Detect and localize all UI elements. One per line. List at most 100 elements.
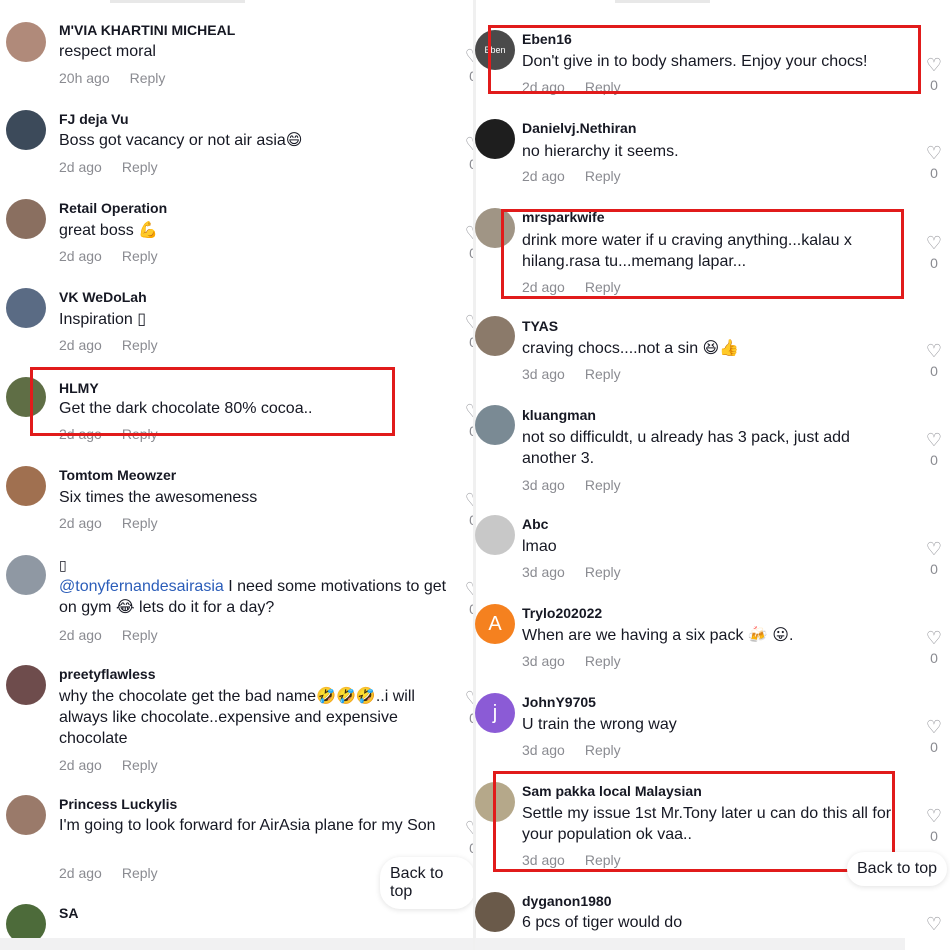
comment-username[interactable]: kluangman [522,407,596,423]
comment-username[interactable]: Danielvj.Nethiran [522,120,636,136]
avatar[interactable] [6,466,46,506]
comment-username[interactable]: JohnY9705 [522,694,596,710]
comment-username[interactable]: mrsparkwife [522,209,604,225]
comment-username[interactable]: M'VIA KHARTINI MICHEAL [59,22,235,38]
like-button[interactable]: ♡0 [923,539,945,577]
reply-button[interactable]: Reply [585,79,621,95]
avatar[interactable] [6,555,46,595]
comment-meta: 2d ago Reply [59,159,158,175]
reply-button[interactable]: Reply [122,337,158,353]
comment-text: Inspiration ▯ [59,311,147,328]
reply-button[interactable]: Reply [122,159,158,175]
heart-outline-icon: ♡ [925,628,943,648]
reply-button[interactable]: Reply [585,653,621,669]
comment-username[interactable]: Abc [522,516,548,532]
like-count: 0 [930,363,938,379]
reply-button[interactable]: Reply [585,279,621,295]
comment-username[interactable]: VK WeDoLah [59,289,147,305]
comment-text: craving chocs....not a sin 😆👍 [522,340,740,357]
avatar[interactable] [475,892,515,932]
comment-time: 2d ago [59,865,102,881]
avatar[interactable] [475,208,515,248]
reply-button[interactable]: Reply [122,426,158,442]
comment-text: Settle my issue 1st Mr.Tony later u can … [522,805,892,843]
back-to-top-button[interactable]: Back to top [380,857,475,909]
avatar[interactable]: A [475,604,515,644]
heart-outline-icon: ♡ [925,539,943,559]
avatar[interactable] [475,405,515,445]
avatar[interactable] [6,288,46,328]
comment-username[interactable]: dyganon1980 [522,893,611,909]
comment-username[interactable]: TYAS [522,318,558,334]
bottom-bar [0,938,475,950]
avatar[interactable] [6,22,46,62]
reply-button[interactable]: Reply [585,852,621,868]
like-button[interactable]: ♡ [923,914,945,934]
reply-button[interactable]: Reply [122,248,158,264]
comment-username[interactable]: HLMY [59,380,99,396]
like-button[interactable]: ♡0 [923,717,945,755]
top-scroll-indicator [615,0,710,3]
comment-time: 2d ago [59,757,102,773]
comment-meta: 2d ago Reply [522,168,621,184]
comment-text: drink more water if u craving anything..… [522,232,852,270]
avatar[interactable] [6,665,46,705]
like-button[interactable]: ♡0 [923,233,945,271]
back-to-top-button[interactable]: Back to top [847,852,948,886]
comment-username[interactable]: Sam pakka local Malaysian [522,783,702,799]
like-button[interactable]: ♡0 [923,143,945,181]
avatar[interactable] [6,199,46,239]
comment-username[interactable]: ▯ [59,557,67,574]
reply-button[interactable]: Reply [585,742,621,758]
comment-text: great boss 💪 [59,222,159,239]
heart-outline-icon: ♡ [925,233,943,253]
heart-outline-icon: ♡ [925,914,943,934]
avatar[interactable]: Eben [475,30,515,70]
comment-time: 3d ago [522,852,565,868]
reply-button[interactable]: Reply [130,70,166,86]
avatar[interactable] [6,377,46,417]
comment-time: 2d ago [59,248,102,264]
heart-outline-icon: ♡ [925,341,943,361]
reply-button[interactable]: Reply [122,865,158,881]
reply-button[interactable]: Reply [585,477,621,493]
comment-username[interactable]: Trylo202022 [522,605,602,621]
comment-text: Don't give in to body shamers. Enjoy you… [522,53,868,70]
reply-button[interactable]: Reply [585,564,621,580]
comment-text: When are we having a six pack 🍻 😛. [522,627,794,644]
mention-link[interactable]: @tonyfernandesairasia [59,578,224,595]
reply-button[interactable]: Reply [585,366,621,382]
comment-username[interactable]: Princess Luckylis [59,796,177,812]
comment-username[interactable]: Retail Operation [59,200,167,216]
like-button[interactable]: ♡0 [923,806,945,844]
like-count: 0 [930,255,938,271]
like-button[interactable]: ♡0 [923,341,945,379]
avatar[interactable] [6,110,46,150]
avatar[interactable] [475,119,515,159]
avatar[interactable]: j [475,693,515,733]
like-button[interactable]: ♡0 [923,430,945,468]
like-button[interactable]: ♡0 [923,628,945,666]
comment-username[interactable]: Tomtom Meowzer [59,467,176,483]
avatar[interactable] [475,316,515,356]
reply-button[interactable]: Reply [585,168,621,184]
comment-meta: 3d ago Reply [522,564,621,580]
heart-outline-icon: ♡ [925,55,943,75]
avatar[interactable] [6,795,46,835]
avatar[interactable] [475,782,515,822]
like-button[interactable]: ♡0 [923,55,945,93]
like-count: 0 [930,165,938,181]
comment-time: 3d ago [522,477,565,493]
comment-username[interactable]: SA [59,905,78,921]
reply-button[interactable]: Reply [122,627,158,643]
reply-button[interactable]: Reply [122,515,158,531]
comment-username[interactable]: FJ deja Vu [59,111,129,127]
comment-meta: 2d ago Reply [522,79,621,95]
comment-text: Six times the awesomeness [59,489,258,506]
comment-username[interactable]: preetyflawless [59,666,156,682]
reply-button[interactable]: Reply [122,757,158,773]
comment-time: 20h ago [59,70,110,86]
avatar[interactable] [475,515,515,555]
comment-username[interactable]: Eben16 [522,31,572,47]
comment-text: @tonyfernandesairasia I need some motiva… [59,576,454,618]
